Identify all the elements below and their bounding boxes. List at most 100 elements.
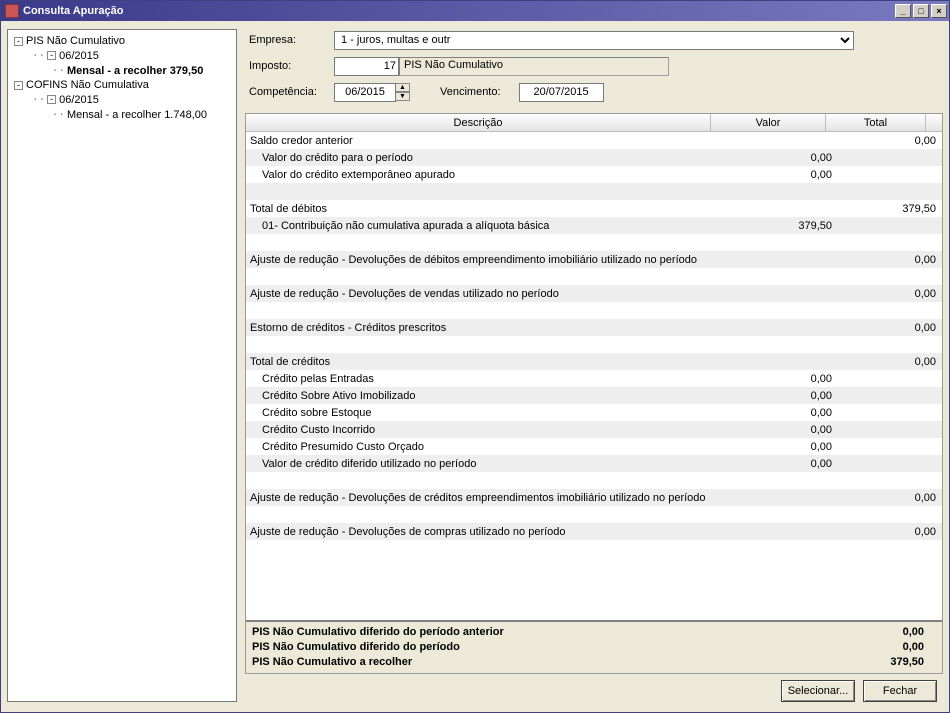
col-valor[interactable]: Valor: [711, 114, 826, 131]
cell-descricao: Valor de crédito diferido utilizado no p…: [246, 458, 727, 470]
window: Consulta Apuração _ □ × -PIS Não Cumulat…: [0, 0, 950, 713]
grid-row[interactable]: [246, 472, 942, 489]
imposto-code-input[interactable]: [334, 57, 399, 76]
tree-expander-icon[interactable]: -: [47, 51, 56, 60]
cell-descricao: Crédito Sobre Ativo Imobilizado: [246, 390, 727, 402]
tree-pane[interactable]: -PIS Não Cumulativo ··-06/2015 ··Mensal …: [7, 29, 237, 702]
cell-descricao: Ajuste de redução - Devoluções de crédit…: [246, 492, 727, 504]
cell-descricao: 01- Contribuição não cumulativa apurada …: [246, 220, 727, 232]
grid-row[interactable]: Crédito Presumido Custo Orçado0,00: [246, 438, 942, 455]
grid-row[interactable]: Crédito Sobre Ativo Imobilizado0,00: [246, 387, 942, 404]
right-pane: Empresa: 1 - juros, multas e outr Impost…: [245, 29, 943, 702]
selecionar-button[interactable]: Selecionar...: [781, 680, 855, 702]
grid-row[interactable]: Total de débitos379,50: [246, 200, 942, 217]
close-button[interactable]: ×: [931, 4, 947, 18]
tree-item[interactable]: -COFINS Não Cumulativa: [10, 78, 234, 92]
cell-descricao: Ajuste de redução - Devoluções de vendas…: [246, 288, 727, 300]
summary-row: PIS Não Cumulativo diferido do período a…: [252, 624, 924, 639]
grid-row[interactable]: Crédito sobre Estoque0,00: [246, 404, 942, 421]
empresa-label: Empresa:: [249, 34, 334, 46]
fechar-button[interactable]: Fechar: [863, 680, 937, 702]
cell-total: 379,50: [842, 203, 942, 215]
tree-item-label: COFINS Não Cumulativa: [26, 79, 149, 91]
tree-item[interactable]: ··-06/2015: [10, 92, 234, 107]
tree-item[interactable]: ··Mensal - a recolher 379,50: [10, 63, 234, 78]
vencimento-label: Vencimento:: [440, 86, 501, 98]
cell-descricao: Crédito sobre Estoque: [246, 407, 727, 419]
grid-body[interactable]: Saldo credor anterior0,00Valor do crédit…: [246, 132, 942, 620]
cell-valor: 0,00: [727, 373, 842, 385]
window-title: Consulta Apuração: [23, 5, 123, 17]
summary-row: PIS Não Cumulativo diferido do período0,…: [252, 639, 924, 654]
tree-item-label: PIS Não Cumulativo: [26, 35, 125, 47]
competencia-input[interactable]: [334, 83, 396, 102]
grid-row[interactable]: 01- Contribuição não cumulativa apurada …: [246, 217, 942, 234]
grid-row[interactable]: Crédito pelas Entradas0,00: [246, 370, 942, 387]
cell-valor: 0,00: [727, 458, 842, 470]
competencia-down-icon[interactable]: ▼: [396, 92, 410, 101]
grid-row[interactable]: [246, 234, 942, 251]
grid-row[interactable]: [246, 540, 942, 557]
cell-valor: 0,00: [727, 390, 842, 402]
grid: Descrição Valor Total Saldo credor anter…: [245, 113, 943, 674]
grid-row[interactable]: Valor de crédito diferido utilizado no p…: [246, 455, 942, 472]
tree-item-label: Mensal - a recolher 1.748,00: [67, 109, 207, 121]
imposto-label: Imposto:: [249, 60, 334, 72]
header-form: Empresa: 1 - juros, multas e outr Impost…: [245, 29, 943, 113]
cell-valor: 0,00: [727, 407, 842, 419]
titlebar: Consulta Apuração _ □ ×: [1, 1, 949, 21]
cell-descricao: Ajuste de redução - Devoluções de compra…: [246, 526, 727, 538]
footer-buttons: Selecionar... Fechar: [245, 674, 943, 702]
col-total[interactable]: Total: [826, 114, 926, 131]
tree-expander-icon[interactable]: -: [14, 81, 23, 90]
maximize-button[interactable]: □: [913, 4, 929, 18]
summary-label: PIS Não Cumulativo diferido do período: [252, 641, 844, 653]
imposto-name: PIS Não Cumulativo: [399, 57, 669, 76]
cell-total: 0,00: [842, 288, 942, 300]
app-icon: [5, 4, 19, 18]
cell-descricao: Estorno de créditos - Créditos prescrito…: [246, 322, 727, 334]
summary-row: PIS Não Cumulativo a recolher379,50: [252, 654, 924, 669]
grid-row[interactable]: Saldo credor anterior0,00: [246, 132, 942, 149]
tree-item[interactable]: ··Mensal - a recolher 1.748,00: [10, 107, 234, 122]
grid-row[interactable]: Ajuste de redução - Devoluções de crédit…: [246, 489, 942, 506]
tree-item[interactable]: ··-06/2015: [10, 48, 234, 63]
grid-row[interactable]: Ajuste de redução - Devoluções de débito…: [246, 251, 942, 268]
grid-row[interactable]: Valor do crédito para o período0,00: [246, 149, 942, 166]
cell-descricao: Crédito pelas Entradas: [246, 373, 727, 385]
grid-row[interactable]: Ajuste de redução - Devoluções de compra…: [246, 523, 942, 540]
cell-descricao: Valor do crédito extemporâneo apurado: [246, 169, 727, 181]
col-scroll-spacer: [926, 114, 942, 131]
grid-row[interactable]: Ajuste de redução - Devoluções de vendas…: [246, 285, 942, 302]
tree-expander-icon[interactable]: -: [14, 37, 23, 46]
cell-total: 0,00: [842, 254, 942, 266]
empresa-select[interactable]: 1 - juros, multas e outr: [334, 31, 854, 50]
vencimento-input[interactable]: [519, 83, 604, 102]
grid-row[interactable]: Estorno de créditos - Créditos prescrito…: [246, 319, 942, 336]
grid-row[interactable]: Valor do crédito extemporâneo apurado0,0…: [246, 166, 942, 183]
grid-row[interactable]: Crédito Custo Incorrido0,00: [246, 421, 942, 438]
competencia-up-icon[interactable]: ▲: [396, 83, 410, 92]
grid-row[interactable]: [246, 506, 942, 523]
grid-row[interactable]: Total de créditos0,00: [246, 353, 942, 370]
col-descricao[interactable]: Descrição: [246, 114, 711, 131]
grid-row[interactable]: [246, 336, 942, 353]
cell-descricao: Saldo credor anterior: [246, 135, 727, 147]
cell-total: 0,00: [842, 492, 942, 504]
minimize-button[interactable]: _: [895, 4, 911, 18]
grid-row[interactable]: [246, 183, 942, 200]
competencia-label: Competência:: [249, 86, 334, 98]
summary: PIS Não Cumulativo diferido do período a…: [246, 620, 942, 673]
grid-row[interactable]: [246, 302, 942, 319]
cell-total: 0,00: [842, 356, 942, 368]
summary-label: PIS Não Cumulativo a recolher: [252, 656, 844, 668]
cell-total: 0,00: [842, 526, 942, 538]
cell-valor: 379,50: [727, 220, 842, 232]
cell-descricao: Ajuste de redução - Devoluções de débito…: [246, 254, 727, 266]
grid-row[interactable]: [246, 268, 942, 285]
summary-value: 0,00: [844, 626, 924, 638]
tree-expander-icon[interactable]: -: [47, 95, 56, 104]
tree-item-label: 06/2015: [59, 94, 99, 106]
tree-item-label: Mensal - a recolher 379,50: [67, 65, 203, 77]
tree-item[interactable]: -PIS Não Cumulativo: [10, 34, 234, 48]
